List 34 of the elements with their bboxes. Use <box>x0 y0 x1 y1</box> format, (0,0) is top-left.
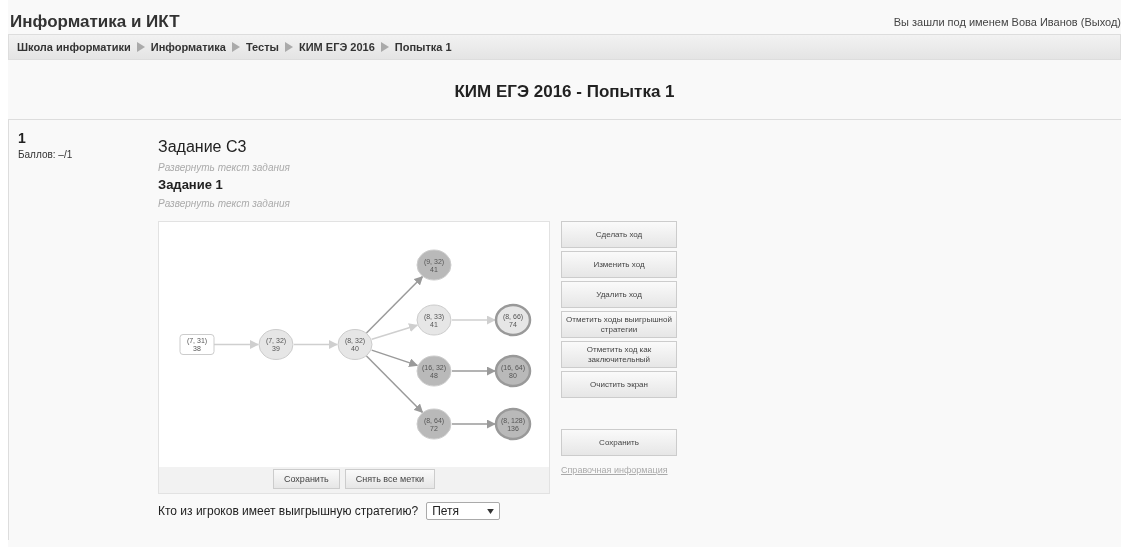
graph-button[interactable]: Сохранить <box>272 469 340 489</box>
answer-dropdown[interactable]: Петя <box>426 502 501 520</box>
breadcrumb-link[interactable]: КИМ ЕГЭ 2016 <box>299 41 375 53</box>
question-text: Кто из игроков имеет выигрышную стратегию? <box>158 504 419 518</box>
login-text: Вы зашли под именем Вова Иванов <box>893 16 1078 28</box>
action-button[interactable]: Изменить ход <box>561 251 677 278</box>
breadcrumb-link[interactable]: Информатика <box>150 41 226 53</box>
edge-arrow <box>451 366 496 376</box>
logout-link[interactable]: (Выход) <box>1080 16 1121 28</box>
task-subtitle: Задание 1 <box>158 177 223 192</box>
action-button[interactable]: Отметить ходы выигрышной стратегии <box>561 311 677 338</box>
breadcrumb-link[interactable]: Тесты <box>245 41 279 53</box>
caret-icon <box>487 508 495 514</box>
separator-icon <box>285 42 293 52</box>
site-title: Информатика и ИКТ <box>10 12 180 32</box>
edge-arrow <box>451 419 496 429</box>
page-title: КИМ ЕГЭ 2016 - Попытка 1 <box>453 82 676 102</box>
edge-arrow <box>293 340 338 349</box>
action-button[interactable]: Удалить ход <box>561 281 677 308</box>
separator-icon <box>380 42 389 52</box>
action-button[interactable]: Отметить ход как заключительный <box>561 341 677 368</box>
edge-arrow <box>451 315 496 325</box>
question-number: 1 <box>18 130 27 146</box>
action-button[interactable]: Очистить экран <box>561 371 677 398</box>
score-text: Баллов: –/1 <box>18 149 74 160</box>
action-button[interactable]: Сделать ход <box>561 221 677 248</box>
save-button[interactable]: Сохранить <box>561 429 677 456</box>
task-title: Задание C3 <box>158 138 247 156</box>
separator-icon <box>136 42 145 52</box>
graph-button[interactable]: Снять все метки <box>344 469 436 489</box>
edge-arrow <box>213 340 259 349</box>
separator-icon <box>231 42 240 52</box>
breadcrumb-link[interactable]: Попытка 1 <box>394 41 452 53</box>
breadcrumb-link[interactable]: Школа информатики <box>17 41 131 53</box>
